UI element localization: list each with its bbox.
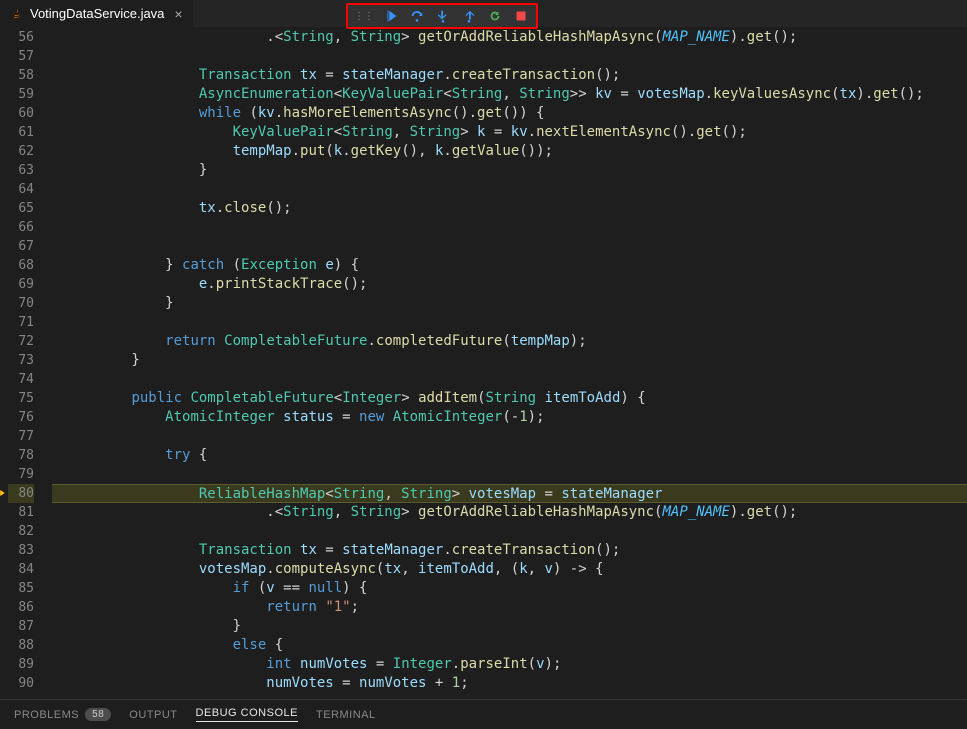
line-number: 59: [8, 85, 34, 104]
code-line[interactable]: votesMap.computeAsync(tx, itemToAdd, (k,…: [52, 560, 967, 579]
code-line[interactable]: ReliableHashMap<String, String> votesMap…: [52, 484, 967, 503]
line-number: 67: [8, 237, 34, 256]
line-number: 61: [8, 123, 34, 142]
line-number: 82: [8, 522, 34, 541]
step-over-button[interactable]: [404, 7, 430, 25]
line-number: 57: [8, 47, 34, 66]
line-number: 90: [8, 674, 34, 693]
step-out-button[interactable]: [456, 7, 482, 25]
code-line[interactable]: Transaction tx = stateManager.createTran…: [52, 541, 967, 560]
code-line[interactable]: [52, 522, 967, 541]
code-line[interactable]: [52, 237, 967, 256]
tab-debug-console[interactable]: DEBUG CONSOLE: [196, 707, 298, 722]
code-line[interactable]: public CompletableFuture<Integer> addIte…: [52, 389, 967, 408]
tab-debug-console-label: DEBUG CONSOLE: [196, 707, 298, 719]
code-line[interactable]: e.printStackTrace();: [52, 275, 967, 294]
stop-button[interactable]: [508, 7, 534, 25]
problems-count-badge: 58: [85, 708, 111, 721]
line-number: 85: [8, 579, 34, 598]
code-line[interactable]: [52, 427, 967, 446]
editor-tab[interactable]: VotingDataService.java ×: [0, 0, 194, 27]
line-number: 76: [8, 408, 34, 427]
line-number: 64: [8, 180, 34, 199]
code-line[interactable]: return CompletableFuture.completedFuture…: [52, 332, 967, 351]
line-number: 70: [8, 294, 34, 313]
close-icon[interactable]: ×: [174, 6, 182, 22]
tab-terminal[interactable]: TERMINAL: [316, 709, 376, 721]
line-number: 66: [8, 218, 34, 237]
continue-button[interactable]: [378, 7, 404, 25]
line-number: 75: [8, 389, 34, 408]
code-line[interactable]: AtomicInteger status = new AtomicInteger…: [52, 408, 967, 427]
code-line[interactable]: } catch (Exception e) {: [52, 256, 967, 275]
line-number: 73: [8, 351, 34, 370]
debug-toolbar: ⋮⋮: [346, 3, 538, 29]
tab-problems[interactable]: PROBLEMS 58: [14, 708, 111, 721]
line-number: 86: [8, 598, 34, 617]
tab-terminal-label: TERMINAL: [316, 709, 376, 721]
code-line[interactable]: [52, 180, 967, 199]
tab-filename: VotingDataService.java: [30, 6, 164, 21]
code-line[interactable]: int numVotes = Integer.parseInt(v);: [52, 655, 967, 674]
code-line[interactable]: KeyValuePair<String, String> k = kv.next…: [52, 123, 967, 142]
code-line[interactable]: while (kv.hasMoreElementsAsync().get()) …: [52, 104, 967, 123]
line-number: 77: [8, 427, 34, 446]
code-line[interactable]: }: [52, 351, 967, 370]
line-number: 79: [8, 465, 34, 484]
bottom-panel-tabs: PROBLEMS 58 OUTPUT DEBUG CONSOLE TERMINA…: [0, 699, 967, 729]
code-line[interactable]: else {: [52, 636, 967, 655]
tab-output-label: OUTPUT: [129, 709, 177, 721]
code-line[interactable]: [52, 218, 967, 237]
line-number: 62: [8, 142, 34, 161]
line-number: 68: [8, 256, 34, 275]
code-line[interactable]: tempMap.put(k.getKey(), k.getValue());: [52, 142, 967, 161]
java-icon: [10, 7, 24, 21]
line-number-gutter: 5657585960616263646566676869707172737475…: [0, 28, 52, 699]
line-number: 78: [8, 446, 34, 465]
code-line[interactable]: try {: [52, 446, 967, 465]
line-number: 56: [8, 28, 34, 47]
code-editor[interactable]: 5657585960616263646566676869707172737475…: [0, 28, 967, 699]
code-line[interactable]: tx.close();: [52, 199, 967, 218]
line-number: 69: [8, 275, 34, 294]
line-number: 65: [8, 199, 34, 218]
step-into-button[interactable]: [430, 7, 456, 25]
code-line[interactable]: numVotes = numVotes + 1;: [52, 674, 967, 693]
line-number: 89: [8, 655, 34, 674]
restart-button[interactable]: [482, 7, 508, 25]
code-line[interactable]: .<String, String> getOrAddReliableHashMa…: [52, 28, 967, 47]
line-number: 63: [8, 161, 34, 180]
line-number: 60: [8, 104, 34, 123]
code-line[interactable]: [52, 47, 967, 66]
code-line[interactable]: }: [52, 161, 967, 180]
code-line[interactable]: }: [52, 617, 967, 636]
line-number: 72: [8, 332, 34, 351]
line-number: 87: [8, 617, 34, 636]
code-line[interactable]: .<String, String> getOrAddReliableHashMa…: [52, 503, 967, 522]
line-number: 81: [8, 503, 34, 522]
tab-problems-label: PROBLEMS: [14, 709, 79, 721]
code-area[interactable]: .<String, String> getOrAddReliableHashMa…: [52, 28, 967, 699]
code-line[interactable]: if (v == null) {: [52, 579, 967, 598]
line-number: 83: [8, 541, 34, 560]
line-number: 84: [8, 560, 34, 579]
code-line[interactable]: }: [52, 294, 967, 313]
code-line[interactable]: Transaction tx = stateManager.createTran…: [52, 66, 967, 85]
code-line[interactable]: AsyncEnumeration<KeyValuePair<String, St…: [52, 85, 967, 104]
line-number: 80: [8, 484, 34, 503]
drag-handle-icon[interactable]: ⋮⋮: [350, 11, 378, 22]
breakpoint-current-icon[interactable]: [0, 486, 8, 500]
code-line[interactable]: [52, 370, 967, 389]
tab-output[interactable]: OUTPUT: [129, 709, 177, 721]
code-line[interactable]: [52, 465, 967, 484]
line-number: 58: [8, 66, 34, 85]
line-number: 88: [8, 636, 34, 655]
code-line[interactable]: [52, 313, 967, 332]
line-number: 71: [8, 313, 34, 332]
code-line[interactable]: return "1";: [52, 598, 967, 617]
line-number: 74: [8, 370, 34, 389]
